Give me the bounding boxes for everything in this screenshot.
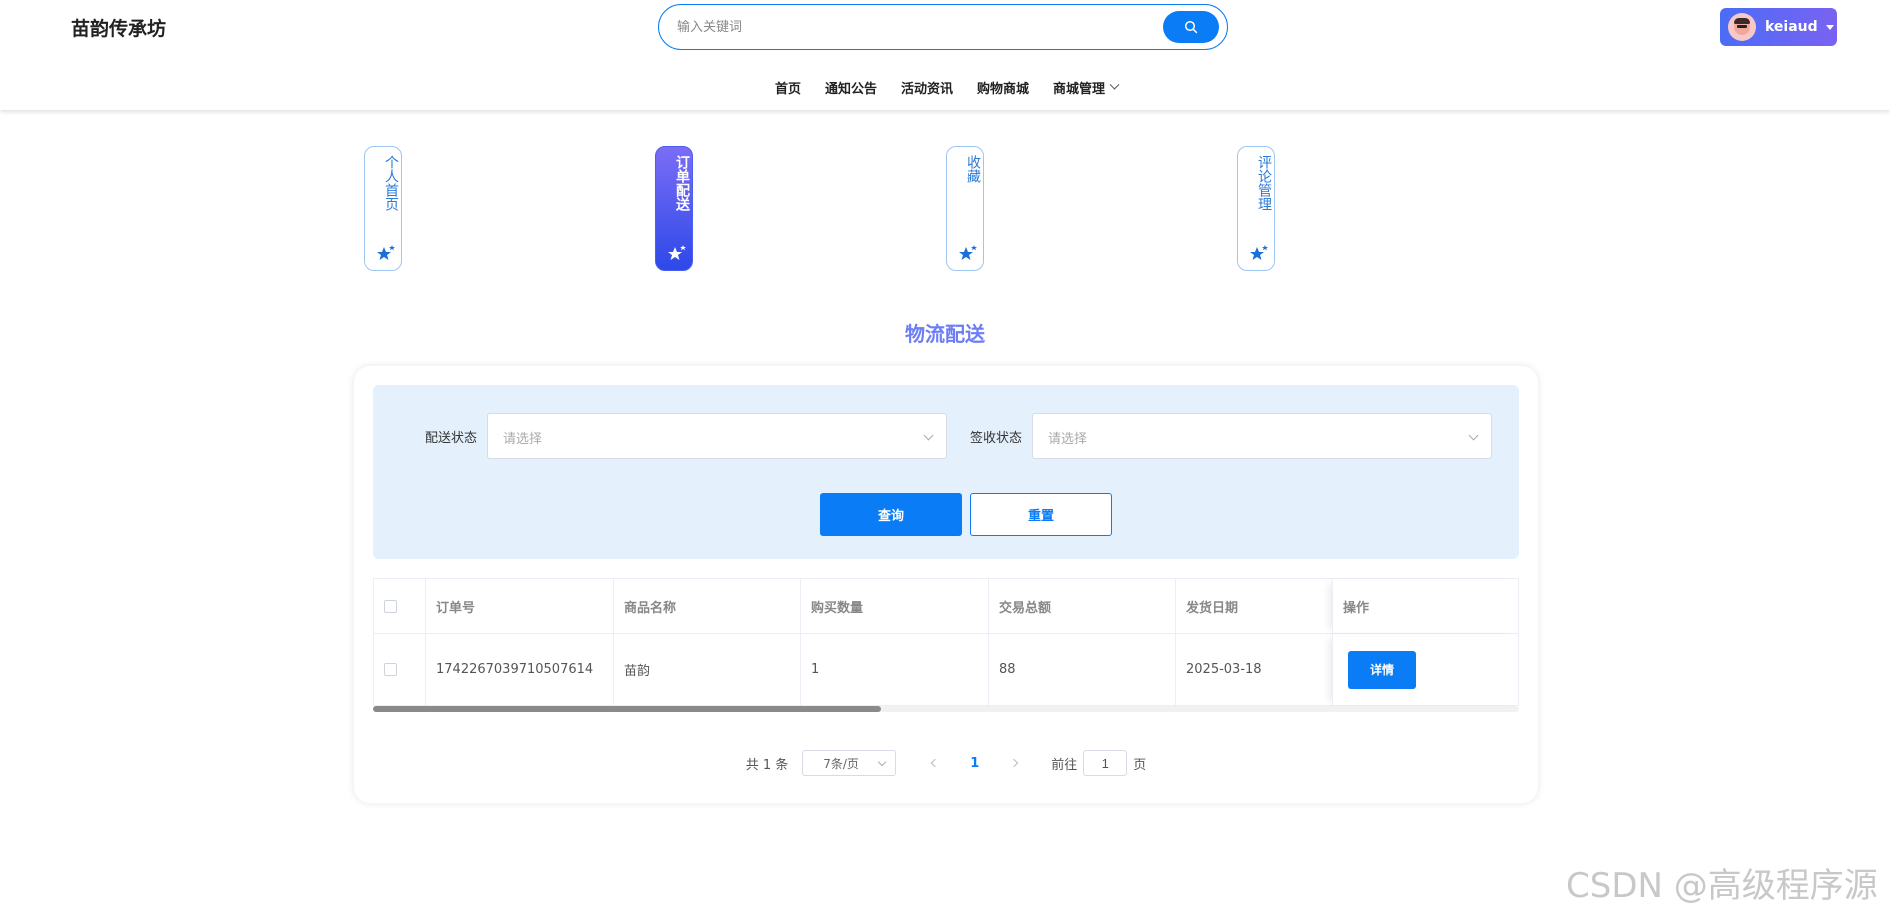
action-cell: 详情 (1332, 634, 1519, 705)
nav-item-home[interactable]: 首页 (775, 78, 801, 97)
select-placeholder: 请选择 (1048, 432, 1088, 447)
search-icon (1184, 20, 1198, 34)
ship-date-cell: 2025-03-18 (1175, 634, 1332, 705)
star-icon (1250, 245, 1268, 260)
avatar (1728, 13, 1756, 41)
chevron-down-icon (1468, 430, 1479, 441)
tab-personal-home[interactable]: 个人首页 (364, 146, 402, 271)
watermark: CSDN @高级程序源 (1566, 866, 1878, 906)
row-checkbox[interactable] (384, 663, 397, 676)
quantity-cell: 1 (800, 634, 988, 705)
header-checkbox-cell (373, 579, 425, 633)
nav-item-news[interactable]: 活动资讯 (901, 78, 953, 97)
table-row: 1742267039710507614 苗韵 1 88 2025-03-18 详… (373, 634, 1519, 706)
caret-down-icon (1825, 24, 1834, 30)
receipt-status-select[interactable]: 请选择 (1032, 413, 1492, 459)
nav-label: 首页 (774, 82, 801, 97)
star-icon (377, 245, 395, 260)
search-input[interactable] (677, 14, 1147, 40)
chevron-right-icon[interactable] (1010, 758, 1019, 768)
goto-suffix: 页 (1133, 757, 1147, 773)
nav-item-shop[interactable]: 购物商城 (977, 78, 1029, 97)
filter-panel: 配送状态 请选择 签收状态 请选择 查询 重置 (373, 385, 1519, 559)
nav-label: 通知公告 (824, 82, 877, 97)
site-title: 苗韵传承坊 (71, 18, 167, 40)
search-box (658, 4, 1228, 50)
receipt-status-label: 签收状态 (970, 431, 1023, 446)
page-size-select[interactable]: 7条/页 (802, 750, 897, 776)
tab-label: 个人首页 (383, 155, 399, 211)
nav-label: 商城管理 (1053, 82, 1106, 97)
chevron-left-icon[interactable] (930, 758, 940, 768)
column-header: 购买数量 (800, 579, 988, 633)
table-header: 订单号 商品名称 购买数量 交易总额 发货日期 操作 (373, 578, 1519, 634)
column-header: 商品名称 (613, 579, 800, 633)
page-number[interactable]: 1 (970, 756, 979, 771)
column-header: 发货日期 (1175, 579, 1332, 633)
horizontal-scrollbar[interactable] (373, 706, 1519, 712)
column-header: 交易总额 (988, 579, 1175, 633)
main-nav: 首页 通知公告 活动资讯 购物商城 商城管理 (0, 78, 1890, 97)
tab-comment-management[interactable]: 评论管理 (1237, 146, 1275, 271)
chevron-down-icon (877, 757, 887, 767)
nav-label: 购物商城 (977, 82, 1030, 97)
delivery-status-label: 配送状态 (425, 431, 478, 446)
nav-item-notices[interactable]: 通知公告 (825, 78, 877, 97)
query-button[interactable]: 查询 (820, 493, 962, 536)
page-size-value: 7条/页 (823, 756, 859, 771)
goto-page: 前往 页 (1051, 750, 1146, 776)
goto-page-input[interactable] (1083, 750, 1128, 776)
column-header: 订单号 (425, 579, 613, 633)
scrollbar-thumb[interactable] (373, 706, 881, 712)
row-checkbox-cell (373, 634, 425, 705)
column-header: 操作 (1332, 579, 1519, 633)
order-number-cell: 1742267039710507614 (425, 634, 613, 705)
tab-label: 订单配送 (674, 155, 690, 211)
star-icon (959, 245, 977, 260)
orders-table: 订单号 商品名称 购买数量 交易总额 发货日期 操作 1742267039710… (373, 578, 1519, 712)
goto-prefix: 前往 (1051, 757, 1078, 773)
select-all-checkbox[interactable] (384, 599, 397, 613)
detail-button[interactable]: 详情 (1348, 650, 1416, 689)
tab-label: 收藏 (965, 155, 981, 183)
reset-button[interactable]: 重置 (970, 493, 1112, 536)
nav-item-shop-admin[interactable]: 商城管理 (1053, 78, 1120, 97)
chevron-down-icon (1109, 79, 1120, 90)
delivery-status-select[interactable]: 请选择 (487, 413, 947, 459)
top-header: 苗韵传承坊 keiaud 首页 通知公告 活动资讯 购物商城 商城管理 (0, 0, 1890, 110)
tab-order-delivery[interactable]: 订单配送 (655, 146, 693, 271)
section-title: 物流配送 (905, 322, 985, 346)
delivery-card: 配送状态 请选择 签收状态 请选择 查询 重置 订单号 商品名称 购买数量 交易… (354, 366, 1538, 803)
pagination: 共 1 条 7条/页 1 前往 页 (354, 750, 1538, 776)
nav-label: 活动资讯 (900, 82, 953, 97)
username: keiaud (1765, 19, 1818, 35)
product-name-cell: 苗韵 (613, 634, 800, 705)
search-button[interactable] (1163, 11, 1219, 43)
user-menu-button[interactable]: keiaud (1720, 8, 1837, 46)
select-placeholder: 请选择 (503, 432, 543, 447)
tab-label: 评论管理 (1256, 155, 1272, 211)
total-count: 共 1 条 (745, 757, 789, 773)
tab-favorites[interactable]: 收藏 (946, 146, 984, 271)
chevron-down-icon (923, 430, 934, 441)
star-icon (668, 245, 686, 260)
total-cell: 88 (988, 634, 1175, 705)
